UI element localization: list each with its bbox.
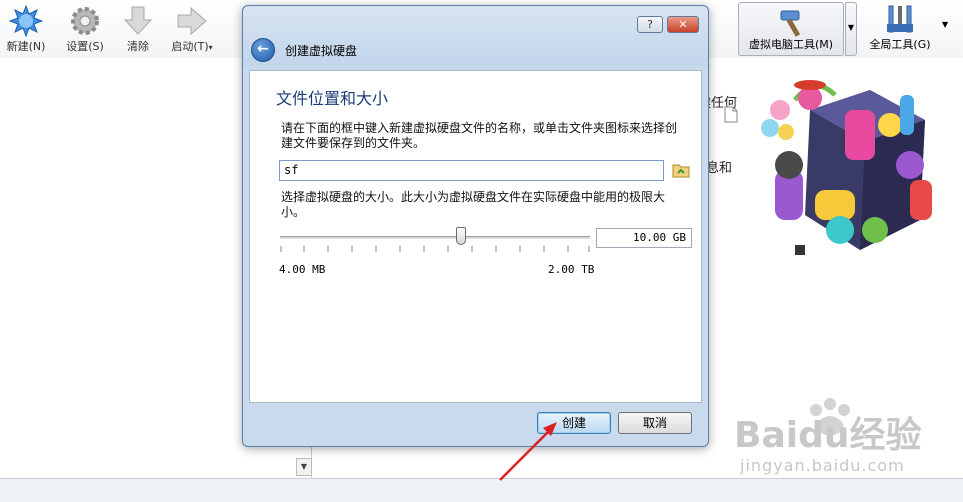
- global-tools-label: 全局工具(G): [869, 38, 931, 51]
- start-button[interactable]: 启动(T)▾: [162, 4, 222, 56]
- folder-icon[interactable]: [672, 162, 690, 178]
- start-label: 启动(T)▾: [171, 40, 213, 53]
- back-button[interactable]: ←: [251, 38, 275, 62]
- size-slider-thumb[interactable]: [456, 227, 467, 245]
- help-button[interactable]: ?: [637, 16, 663, 33]
- new-button[interactable]: 新建(N): [0, 4, 56, 56]
- close-button[interactable]: ✕: [667, 16, 699, 33]
- dialog-title: 创建虚拟硬盘: [285, 44, 358, 58]
- arrow-left-icon: ←: [257, 41, 269, 57]
- size-input[interactable]: 10.00 GB: [596, 228, 692, 248]
- settings-label: 设置(S): [66, 40, 104, 53]
- global-tools-dropdown[interactable]: ▼: [942, 20, 948, 29]
- global-tools-button[interactable]: 全局工具(G): [862, 4, 938, 56]
- document-icon: [724, 106, 738, 123]
- slider-ticks: [280, 246, 590, 252]
- gear-icon: [71, 7, 99, 35]
- max-size-label: 2.00 TB: [548, 263, 595, 276]
- chevron-down-icon: ▼: [942, 20, 949, 29]
- size-slider-track[interactable]: [280, 236, 590, 239]
- location-description: 请在下面的框中键入新建虚拟硬盘文件的名称，或单击文件夹图标来选择创建文件要保存到…: [281, 121, 678, 150]
- chevron-down-icon: ▼: [847, 23, 855, 32]
- arrow-down-icon: [123, 6, 153, 35]
- new-label: 新建(N): [6, 40, 46, 53]
- virtualbox-mascot-illustration: [761, 80, 932, 255]
- machine-tools-button[interactable]: 虚拟电脑工具(M): [738, 2, 844, 56]
- status-bar: [0, 478, 963, 502]
- dropdown-caret-icon: ▾: [208, 43, 213, 52]
- file-location-input[interactable]: sf: [279, 160, 664, 181]
- cancel-button[interactable]: 取消: [618, 412, 692, 434]
- annotation-arrow: [499, 422, 557, 481]
- close-icon: ✕: [678, 18, 688, 31]
- watermark-url: jingyan.baidu.com: [740, 456, 905, 475]
- discard-label: 清除: [127, 40, 149, 53]
- machine-tools-label: 虚拟电脑工具(M): [748, 38, 834, 51]
- new-star-icon: [9, 4, 43, 38]
- wizard-page: 文件位置和大小 请在下面的框中键入新建虚拟硬盘文件的名称，或单击文件夹图标来选择…: [249, 70, 702, 403]
- settings-button[interactable]: 设置(S): [55, 4, 115, 56]
- machine-tools-dropdown[interactable]: ▼: [845, 2, 857, 56]
- create-virtual-disk-dialog: ? ✕ ← 创建虚拟硬盘 文件位置和大小 请在下面的框中键入新建虚拟硬盘文件的名…: [242, 5, 709, 447]
- watermark-text: Baidu经验: [734, 415, 922, 456]
- arrow-right-icon: [177, 6, 207, 36]
- welcome-text-fragment-2: 息和: [706, 161, 733, 176]
- min-size-label: 4.00 MB: [279, 263, 326, 276]
- tools-icon: [887, 5, 913, 33]
- page-title: 文件位置和大小: [276, 89, 389, 108]
- size-description: 选择虚拟硬盘的大小。此大小为虚拟硬盘文件在实际硬盘中能用的极限大小。: [281, 190, 666, 219]
- scroll-down-button[interactable]: ▼: [296, 458, 312, 476]
- discard-button[interactable]: 清除: [108, 4, 168, 56]
- hammer-icon: [780, 10, 801, 37]
- chevron-down-icon: ▼: [300, 462, 308, 471]
